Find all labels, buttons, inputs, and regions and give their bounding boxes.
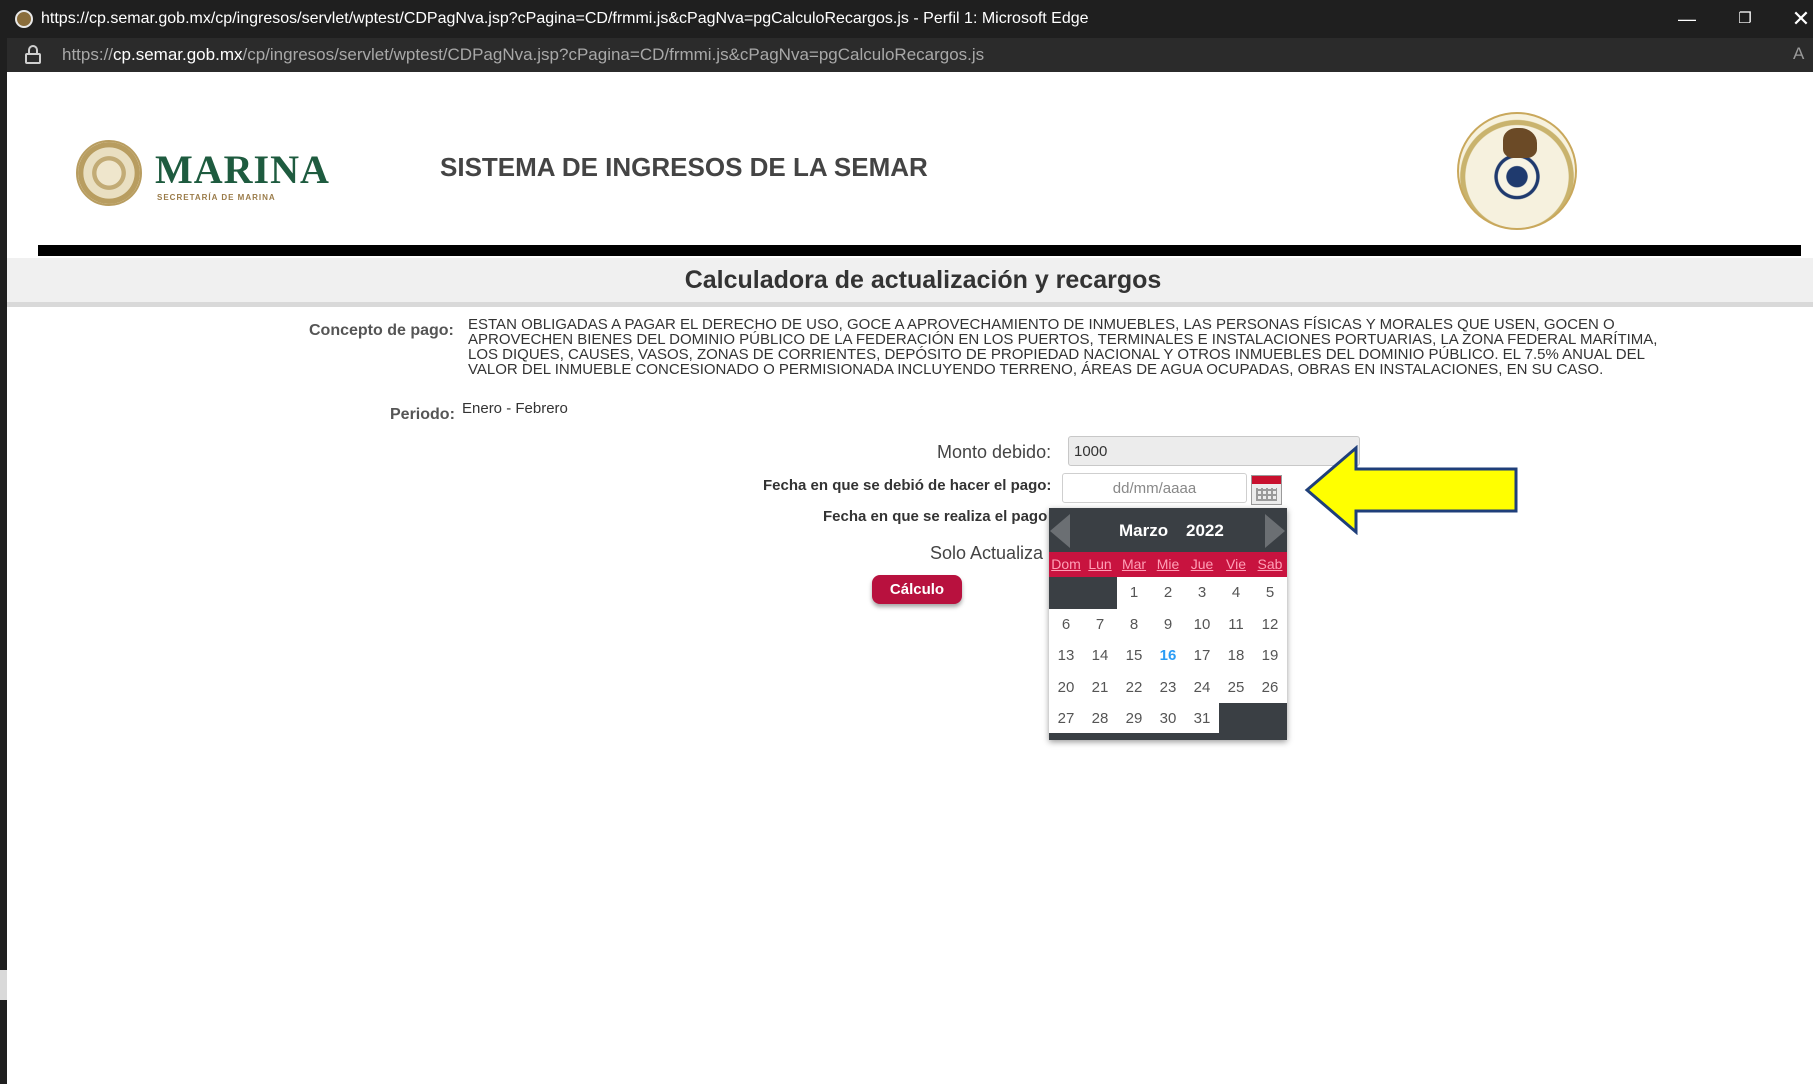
day-cell-29[interactable]: 29 xyxy=(1117,703,1151,735)
window-left-border xyxy=(0,0,7,1084)
url-host: cp.semar.gob.mx xyxy=(113,45,243,64)
address-bar[interactable]: https://cp.semar.gob.mx/cp/ingresos/serv… xyxy=(7,38,1813,72)
read-aloud-icon[interactable]: A xyxy=(1793,44,1804,64)
logo-subtext: SECRETARÍA DE MARINA xyxy=(157,193,276,202)
day-cell-21[interactable]: 21 xyxy=(1083,671,1117,703)
day-cell-12[interactable]: 12 xyxy=(1253,608,1287,640)
day-cell-31[interactable]: 31 xyxy=(1185,703,1219,735)
day-cell-2[interactable]: 2 xyxy=(1151,577,1185,609)
minimize-button[interactable]: — xyxy=(1667,4,1707,34)
page-content: MARINA SECRETARÍA DE MARINA SISTEMA DE I… xyxy=(7,72,1813,1084)
weekday-mar[interactable]: Mar xyxy=(1117,552,1151,577)
next-month-icon[interactable] xyxy=(1265,514,1285,548)
datepicker-footer xyxy=(1049,733,1287,740)
monto-label: Monto debido: xyxy=(937,442,1052,462)
day-cell-19[interactable]: 19 xyxy=(1253,640,1287,672)
day-cell-6[interactable]: 6 xyxy=(1049,608,1083,640)
day-cell-13[interactable]: 13 xyxy=(1049,640,1083,672)
day-cell-5[interactable]: 5 xyxy=(1253,577,1287,609)
datepicker-month: Marzo xyxy=(1119,521,1169,540)
prev-month-icon[interactable] xyxy=(1050,514,1070,548)
day-cell-empty xyxy=(1049,577,1083,609)
day-cell-9[interactable]: 9 xyxy=(1151,608,1185,640)
day-cell-1[interactable]: 1 xyxy=(1117,577,1151,609)
url-text[interactable]: https://cp.semar.gob.mx/cp/ingresos/serv… xyxy=(62,45,984,65)
day-cell-16[interactable]: 16 xyxy=(1151,640,1185,672)
calendar-icon[interactable] xyxy=(1251,475,1282,505)
site-favicon-icon xyxy=(15,10,33,28)
restore-button[interactable]: ❐ xyxy=(1725,4,1765,34)
lock-icon[interactable] xyxy=(25,45,41,64)
national-seal-icon xyxy=(76,140,142,206)
day-cell-27[interactable]: 27 xyxy=(1049,703,1083,735)
day-cell-23[interactable]: 23 xyxy=(1151,671,1185,703)
day-cell-empty xyxy=(1083,577,1117,609)
fecha-debio-label: Fecha en que se debió de hacer el pago: xyxy=(763,477,1052,494)
day-cell-4[interactable]: 4 xyxy=(1219,577,1253,609)
logo-text: MARINA xyxy=(155,147,330,192)
day-cell-18[interactable]: 18 xyxy=(1219,640,1253,672)
header-divider xyxy=(38,245,1801,256)
day-cell-22[interactable]: 22 xyxy=(1117,671,1151,703)
window-title: https://cp.semar.gob.mx/cp/ingresos/serv… xyxy=(41,10,1089,27)
concept-text: ESTAN OBLIGADAS A PAGAR EL DERECHO DE US… xyxy=(468,316,1658,378)
day-cell-3[interactable]: 3 xyxy=(1185,577,1219,609)
close-button[interactable]: ✕ xyxy=(1781,4,1813,34)
day-cell-20[interactable]: 20 xyxy=(1049,671,1083,703)
day-cell-empty xyxy=(1253,703,1287,735)
day-cell-30[interactable]: 30 xyxy=(1151,703,1185,735)
browser-window: https://cp.semar.gob.mx/cp/ingresos/serv… xyxy=(0,0,1813,1084)
day-cell-25[interactable]: 25 xyxy=(1219,671,1253,703)
period-label: Periodo: xyxy=(390,406,455,423)
title-bar: https://cp.semar.gob.mx/cp/ingresos/serv… xyxy=(7,0,1813,38)
datepicker-popup: Marzo 2022 Dom Lun Mar Mie Jue Vie Sab 1234567… xyxy=(1049,508,1287,740)
fecha-realiza-label: Fecha en que se realiza el pago xyxy=(823,508,1048,525)
pointer-arrow-icon xyxy=(1304,445,1518,535)
solo-actualiza-label: Solo Actualiza xyxy=(930,543,1044,563)
datepicker-header: Marzo 2022 xyxy=(1049,508,1287,552)
calculator-title-band: Calculadora de actualización y recargos xyxy=(7,258,1813,307)
day-cell-8[interactable]: 8 xyxy=(1117,608,1151,640)
day-cell-14[interactable]: 14 xyxy=(1083,640,1117,672)
url-path: /cp/ingresos/servlet/wptest/CDPagNva.jsp… xyxy=(242,45,985,64)
maritime-authority-seal-icon xyxy=(1457,112,1577,230)
system-title: SISTEMA DE INGRESOS DE LA SEMAR xyxy=(440,152,928,182)
day-cell-10[interactable]: 10 xyxy=(1185,608,1219,640)
day-cell-26[interactable]: 26 xyxy=(1253,671,1287,703)
page-title: Calculadora de actualización y recargos xyxy=(684,266,1162,294)
day-cell-15[interactable]: 15 xyxy=(1117,640,1151,672)
weekday-dom[interactable]: Dom xyxy=(1049,552,1083,577)
day-cell-11[interactable]: 11 xyxy=(1219,608,1253,640)
weekday-mie[interactable]: Mie xyxy=(1151,552,1185,577)
period-value: Enero - Febrero xyxy=(462,400,568,417)
url-prefix: https:// xyxy=(62,45,114,64)
weekday-jue[interactable]: Jue xyxy=(1185,552,1219,577)
day-grid: 1 2 3 4 5 6 7 8 9 10 11 12 13 14 15 16 17 18 19 20 21 22 23 24 2… xyxy=(1049,577,1287,740)
fecha-debio-input[interactable]: dd/mm/aaaa xyxy=(1062,473,1247,503)
calculo-button[interactable]: Cálculo xyxy=(872,575,962,604)
datepicker-year: 2022 xyxy=(1186,521,1224,540)
concept-label: Concepto de pago: xyxy=(309,322,454,339)
day-cell-17[interactable]: 17 xyxy=(1185,640,1219,672)
day-cell-28[interactable]: 28 xyxy=(1083,703,1117,735)
weekday-sab[interactable]: Sab xyxy=(1253,552,1287,577)
weekday-header: Dom Lun Mar Mie Jue Vie Sab xyxy=(1049,552,1287,577)
day-cell-empty xyxy=(1219,703,1253,735)
weekday-vie[interactable]: Vie xyxy=(1219,552,1253,577)
weekday-lun[interactable]: Lun xyxy=(1083,552,1117,577)
marina-logo: MARINA SECRETARÍA DE MARINA xyxy=(76,140,346,215)
day-cell-24[interactable]: 24 xyxy=(1185,671,1219,703)
day-cell-7[interactable]: 7 xyxy=(1083,608,1117,640)
